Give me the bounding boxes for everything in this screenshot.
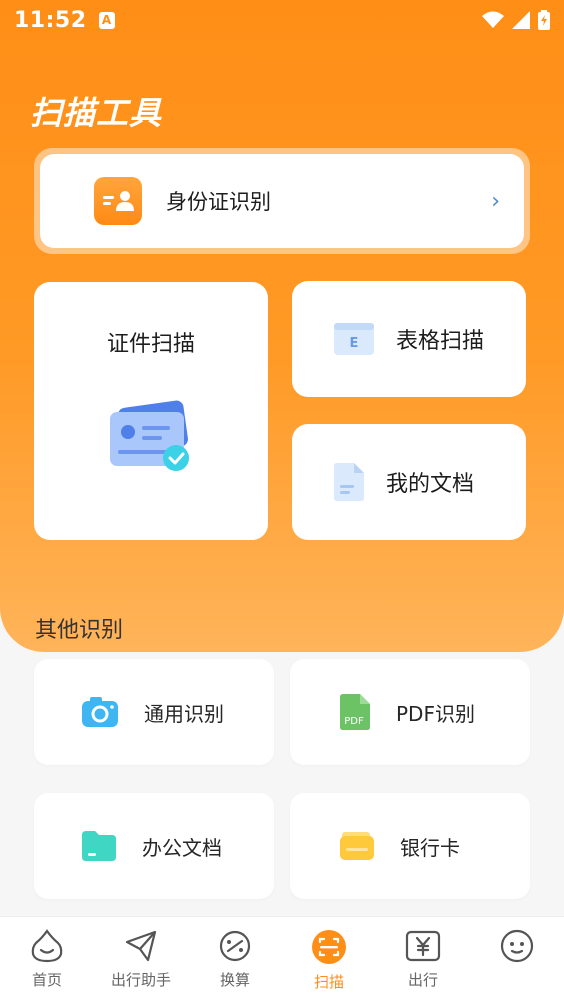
status-bar: 11:52 A [0, 0, 564, 40]
table-scan-button[interactable]: E 表格扫描 [292, 281, 526, 397]
tab-profile[interactable] [470, 917, 564, 1004]
table-scan-label: 表格扫描 [396, 329, 485, 354]
tab-travel-assistant[interactable]: 出行助手 [94, 917, 188, 1004]
wallet-icon [340, 832, 374, 860]
office-documents-label: 办公文档 [142, 835, 222, 860]
svg-text:PDF: PDF [344, 716, 364, 727]
signal-icon [512, 11, 530, 29]
bank-card-label: 银行卡 [400, 835, 460, 860]
id-card-recognition-button[interactable]: 身份证识别 › [34, 148, 530, 254]
office-documents-button[interactable]: 办公文档 [34, 793, 274, 899]
conversion-icon [219, 930, 251, 962]
tab-scan[interactable]: 扫描 [282, 917, 376, 1004]
certificate-scan-button[interactable]: 证件扫描 [34, 282, 268, 540]
pdf-icon: PDF [340, 694, 370, 730]
general-recognition-label: 通用识别 [144, 701, 224, 726]
yen-icon [405, 930, 441, 962]
tab-home-label: 首页 [31, 971, 62, 989]
tab-travel-assistant-label: 出行助手 [110, 971, 171, 989]
spreadsheet-icon: E [334, 323, 374, 355]
bank-card-button[interactable]: 银行卡 [290, 793, 530, 899]
tab-conversion[interactable]: 换算 [188, 917, 282, 1004]
document-icon [334, 463, 364, 501]
page-title: 扫描工具 [30, 94, 163, 132]
smiley-icon [500, 929, 534, 963]
tab-home[interactable]: 首页 [0, 917, 94, 1004]
camera-icon [82, 697, 118, 727]
id-card-label: 身份证识别 [166, 190, 271, 214]
home-icon [31, 929, 63, 963]
general-recognition-button[interactable]: 通用识别 [34, 659, 274, 765]
my-documents-label: 我的文档 [386, 472, 475, 497]
bottom-tab-bar: 首页 出行助手 换算 扫描 出行 [0, 916, 564, 1004]
tab-travel-label: 出行 [407, 971, 438, 989]
chevron-right-icon: › [491, 188, 500, 214]
certificate-card-icon [106, 400, 196, 484]
certificate-scan-label: 证件扫描 [106, 332, 195, 357]
notification-icon: A [98, 11, 115, 29]
svg-text:E: E [350, 336, 359, 351]
other-recognition-title: 其他识别 [35, 618, 124, 643]
wifi-icon [482, 11, 504, 28]
pdf-recognition-button[interactable]: PDF PDF识别 [290, 659, 530, 765]
folder-icon [82, 831, 116, 861]
tab-scan-label: 扫描 [313, 973, 344, 991]
battery-icon [538, 10, 550, 30]
tab-conversion-label: 换算 [219, 971, 250, 989]
tab-travel[interactable]: 出行 [376, 917, 470, 1004]
pdf-recognition-label: PDF识别 [396, 701, 475, 726]
scan-icon [312, 930, 346, 964]
paper-plane-icon [125, 930, 157, 962]
status-time: 11:52 [14, 7, 87, 33]
id-card-icon [94, 177, 142, 225]
my-documents-button[interactable]: 我的文档 [292, 424, 526, 540]
